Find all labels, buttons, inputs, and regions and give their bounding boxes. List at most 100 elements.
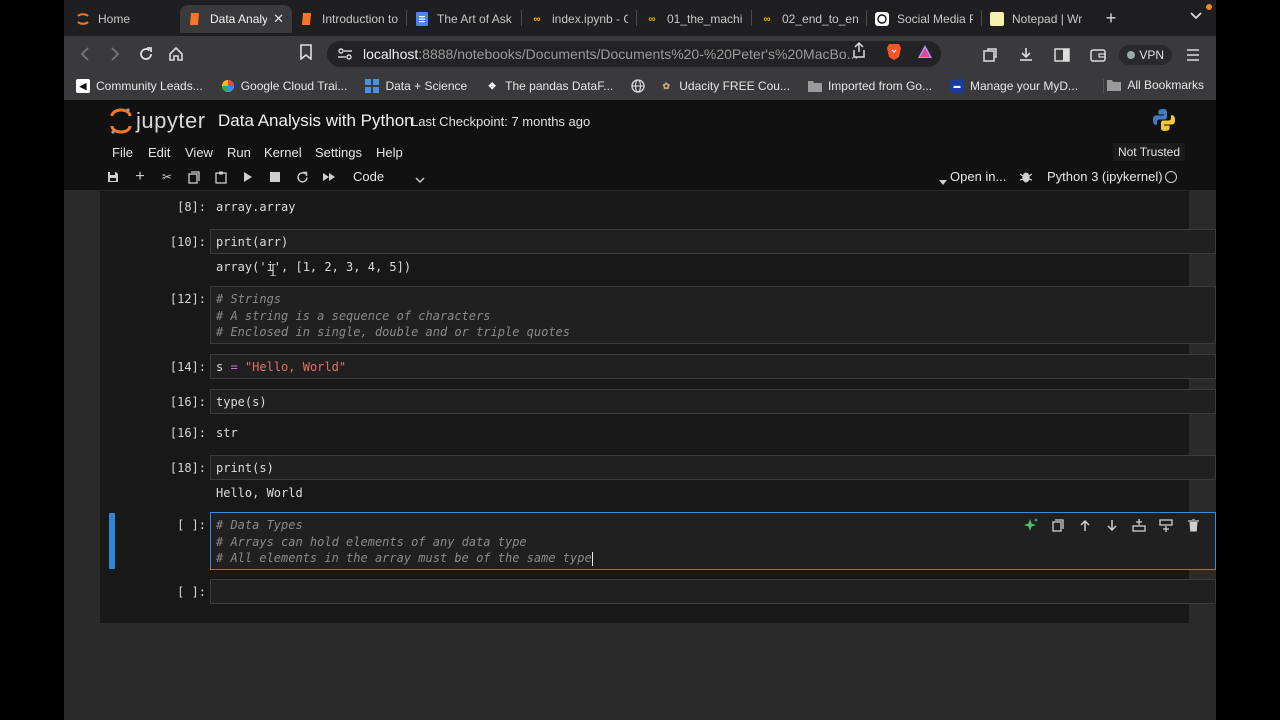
bookmark-label: Community Leads... [96,79,203,93]
brave-rewards-icon[interactable] [917,44,933,64]
jupyter-logo[interactable]: jupyter [110,107,206,135]
tab-social-media[interactable]: Social Media P [867,5,981,33]
tab-index-ipynb[interactable]: ∞ index.ipynb - C [522,5,636,33]
site-info-icon[interactable] [337,47,353,61]
debugger-bug-icon[interactable] [1019,169,1033,189]
tab-data-analysis[interactable]: Data Analy ✕ [180,5,292,33]
fast-forward-icon[interactable] [321,169,337,185]
add-cell-icon[interactable]: + [132,168,148,185]
code-comment: # Data Types [216,518,303,532]
menu-run[interactable]: Run [227,145,251,160]
bookmark-imported[interactable]: Imported from Go... [807,79,932,93]
forward-arrow-icon[interactable] [100,39,130,69]
colab-icon: ∞ [648,13,656,25]
download-icon[interactable] [1011,40,1041,70]
menu-file[interactable]: File [112,145,133,160]
cell-toolbar [1023,517,1201,533]
grid-icon [365,79,380,93]
python-logo-icon [1152,108,1176,137]
menu-settings[interactable]: Settings [315,145,362,160]
move-up-icon[interactable] [1077,517,1093,533]
jupyter-wordmark: jupyter [136,108,206,133]
bookmark-google-cloud[interactable]: Google Cloud Trai... [221,79,347,93]
cut-icon[interactable]: ✂ [159,169,175,185]
notification-dot [1206,4,1212,10]
bookmark-data-science[interactable]: Data + Science [365,79,467,93]
last-checkpoint: Last Checkpoint: 7 months ago [411,114,591,129]
all-bookmarks[interactable]: All Bookmarks [1107,78,1204,92]
restart-icon[interactable] [294,169,310,185]
code-cell-input[interactable]: # Strings # A string is a sequence of ch… [210,286,1216,344]
bookmark-manage-myd[interactable]: ▬ Manage your MyD... [950,79,1078,93]
folder-icon [807,79,822,93]
code-cell-input[interactable]: print(arr) [210,229,1216,254]
bookmark-community-leads[interactable]: ◀ Community Leads... [76,79,203,93]
paste-icon[interactable] [213,169,229,185]
input-prompt: [18]: [169,461,206,475]
code-line: print(arr) [216,235,289,249]
share-icon[interactable] [852,41,866,63]
trust-status[interactable]: Not Trusted [1112,143,1185,161]
chevron-down-icon[interactable] [415,171,425,189]
tab-notepad[interactable]: Notepad | Writ [982,5,1090,33]
input-prompt: [16]: [169,395,206,409]
menu-edit[interactable]: Edit [148,145,170,160]
wallet-icon[interactable] [1083,40,1113,70]
text-caret [591,551,593,566]
cell-output: array('i', [1, 2, 3, 4, 5]) [216,260,412,274]
new-tab-button[interactable]: + [1096,4,1126,32]
tab-the-machine[interactable]: ∞ 01_the_machi [637,5,751,33]
colab-icon: ∞ [533,13,541,25]
insert-above-icon[interactable] [1131,517,1147,533]
menu-kernel[interactable]: Kernel [264,145,302,160]
tab-search-chevron-icon[interactable] [1190,9,1202,23]
duplicate-icon[interactable] [1050,517,1066,533]
kernel-name[interactable]: Python 3 (ipykernel) [1047,169,1163,184]
active-code-cell-input[interactable]: # Data Types # Arrays can hold elements … [210,512,1216,570]
close-icon[interactable]: ✕ [273,11,284,27]
input-prompt: [14]: [169,360,206,374]
brave-shield-icon[interactable] [886,43,902,61]
bookmark-icon[interactable] [300,44,312,65]
address-bar[interactable]: localhost :8888/notebooks/Documents/Docu… [327,41,941,67]
bookmark-label: All Bookmarks [1127,78,1204,92]
back-arrow-icon[interactable] [70,39,100,69]
cell-type-select[interactable]: Code [353,169,384,184]
extensions-icon[interactable] [975,40,1005,70]
menu-view[interactable]: View [185,145,213,160]
jupyter-logo-icon [110,108,132,134]
vpn-button[interactable]: VPN [1119,45,1172,65]
move-down-icon[interactable] [1104,517,1120,533]
code-cell-input[interactable]: print(s) [210,455,1216,480]
caret-down-icon[interactable] [939,173,947,191]
tab-end-to-end[interactable]: ∞ 02_end_to_en [752,5,866,33]
tab-introduction[interactable]: Introduction to [292,5,406,33]
code-cell-input[interactable]: s = "Hello, World" [210,354,1216,379]
delete-icon[interactable] [1185,517,1201,533]
bookmark-pandas[interactable]: ✥ The pandas DataF... [485,79,613,93]
sidebar-icon[interactable] [1047,40,1077,70]
bookmark-globe[interactable] [631,79,651,93]
menu-help[interactable]: Help [376,145,403,160]
notebook-title[interactable]: Data Analysis with Python [218,111,414,131]
run-icon[interactable] [240,169,256,185]
tab-art-of-asking[interactable]: The Art of Ask [407,5,521,33]
copy-icon[interactable] [186,169,202,185]
bookmark-udacity[interactable]: ✿ Udacity FREE Cou... [659,79,789,93]
input-prompt: [ ]: [177,518,206,532]
vpn-status-icon [1127,51,1136,59]
input-prompt: [ ]: [177,585,206,599]
sparkle-icon[interactable] [1023,517,1039,533]
tab-title: Social Media P [897,12,973,26]
tab-home[interactable]: Home [64,5,180,33]
home-icon[interactable] [161,39,191,69]
save-icon[interactable] [105,169,121,185]
open-in-button[interactable]: Open in... [950,169,1006,184]
menu-icon[interactable] [1178,40,1208,70]
code-cell-input[interactable] [210,579,1216,604]
stop-icon[interactable] [267,169,283,185]
jupyter-header: jupyter Data Analysis with Python Last C… [64,100,1216,142]
insert-below-icon[interactable] [1158,517,1174,533]
reload-icon[interactable] [131,39,161,69]
code-cell-input[interactable]: type(s) [210,389,1216,414]
